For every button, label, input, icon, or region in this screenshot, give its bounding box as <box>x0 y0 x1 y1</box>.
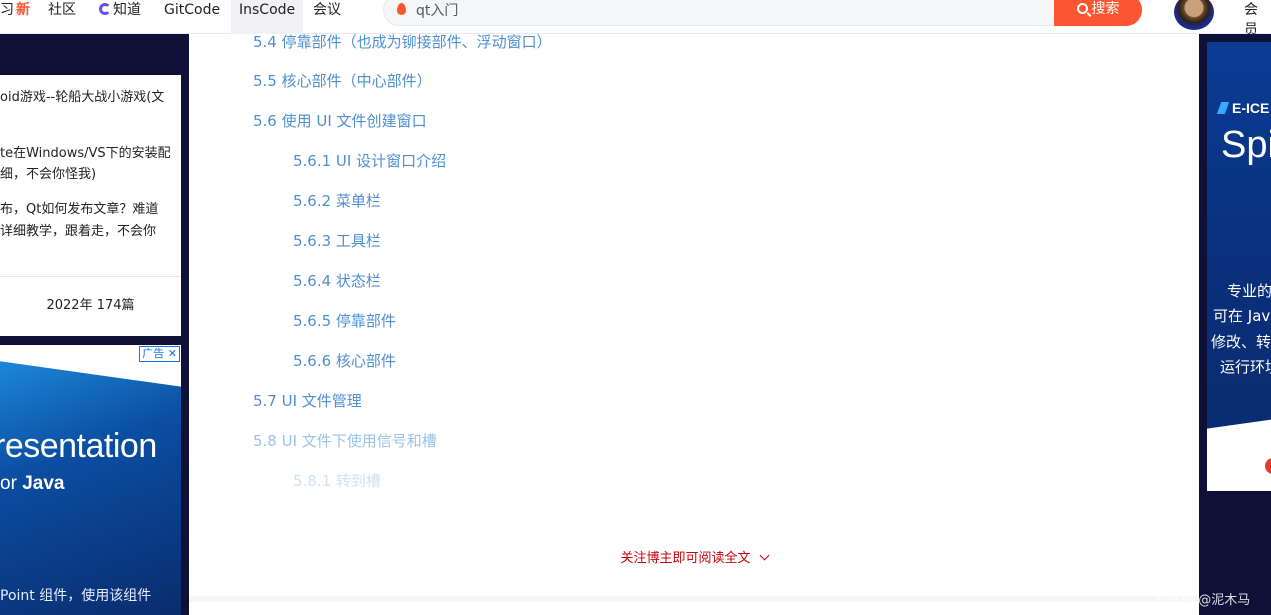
toc-item[interactable]: 5.8 UI 文件下使用信号和槽 <box>253 430 437 452</box>
csdn-watermark: CSDN @泥木马 <box>1157 593 1251 608</box>
toc-item[interactable]: 5.6 使用 UI 文件创建窗口 <box>253 110 427 132</box>
nav-item-learn[interactable]: 习新 <box>0 0 30 20</box>
toc-subitem[interactable]: 5.6.3 工具栏 <box>293 230 381 252</box>
user-avatar[interactable] <box>1174 0 1214 30</box>
ad-subline: or Java <box>0 473 64 495</box>
ad-subline-bold: Java <box>22 473 65 494</box>
ad-headline: resentation <box>0 427 157 465</box>
ad-subline-prefix: or <box>0 473 17 494</box>
nav-item-zhidao-label: 知道 <box>113 2 141 18</box>
hot-fire-icon <box>397 3 406 15</box>
nav-item-inscode[interactable]: InsCode <box>231 0 304 34</box>
content-divider <box>189 596 1199 602</box>
article-link[interactable]: oid游戏--轮船大战小游戏(文 <box>0 88 164 108</box>
ad-text-line: 可在 Jav <box>1213 307 1271 325</box>
ad-description: Point 组件，使用该组件 <box>0 588 152 604</box>
toc-subitem[interactable]: 5.8.1 转到槽 <box>293 470 381 492</box>
article-link[interactable]: te在Windows/VS下的安装配 <box>0 144 171 164</box>
top-navigation-bar: 习新 社区 知道 GitCode InsCode 会议 搜索 会员 <box>0 0 1271 38</box>
follow-to-read-button[interactable]: 关注博主即可阅读全文 <box>189 547 1199 566</box>
ad-text-line: 修改、转 <box>1211 333 1271 351</box>
nav-item-community[interactable]: 社区 <box>48 0 76 20</box>
toc-subitem[interactable]: 5.6.4 状态栏 <box>293 270 381 292</box>
left-advertisement[interactable]: 广告 ✕ resentation or Java Point 组件，使用该组件 <box>0 345 181 615</box>
search-icon <box>1076 3 1088 14</box>
close-icon[interactable]: ✕ <box>164 347 177 360</box>
nav-item-zhidao[interactable]: 知道 <box>99 0 141 20</box>
search-button-label: 搜索 <box>1091 1 1120 17</box>
toc-item[interactable]: 5.4 停靠部件（也成为铆接部件、浮动窗口） <box>253 31 552 53</box>
follow-to-read-label: 关注博主即可阅读全文 <box>620 551 751 566</box>
article-link-continued[interactable]: 详细教学，跟着走，不会你 <box>0 222 156 242</box>
right-advertisement[interactable]: E-ICE Spi 专业的 可在 Jav 修改、转 运行环境 <box>1207 42 1271 491</box>
article-content: 5.4 停靠部件（也成为铆接部件、浮动窗口） 5.5 核心部件（中心部件） 5.… <box>189 31 1199 615</box>
ad-product-name: Spi <box>1221 124 1271 166</box>
nav-item-gitcode[interactable]: GitCode <box>164 0 220 20</box>
ad-decoration <box>1207 414 1271 491</box>
toc-subitem[interactable]: 5.6.2 菜单栏 <box>293 190 381 212</box>
related-articles-card: oid游戏--轮船大战小游戏(文 te在Windows/VS下的安装配 细，不会… <box>0 75 181 336</box>
nav-item-meeting[interactable]: 会议 <box>313 0 341 20</box>
ad-badge-label: 广告 <box>142 347 165 360</box>
ad-text-line: 专业的 <box>1227 282 1271 300</box>
toc-item[interactable]: 5.7 UI 文件管理 <box>253 390 362 412</box>
nav-item-learn-label: 习 <box>0 2 14 18</box>
archive-summary[interactable]: 2022年 174篇 <box>0 294 181 313</box>
toc-subitem[interactable]: 5.6.1 UI 设计窗口介绍 <box>293 150 446 172</box>
search-input[interactable] <box>416 0 1016 20</box>
article-link[interactable]: 布，Qt如何发布文章？难道 <box>0 200 158 220</box>
card-divider <box>0 276 181 277</box>
search-box <box>383 0 1141 26</box>
new-badge: 新 <box>16 2 30 18</box>
chevron-down-icon <box>759 550 769 561</box>
toc-item[interactable]: 5.5 核心部件（中心部件） <box>253 70 432 92</box>
ad-badge[interactable]: 广告 ✕ <box>139 346 180 362</box>
vip-link[interactable]: 会员 <box>1244 0 1271 40</box>
article-link-continued[interactable]: 细，不会你怪我) <box>0 165 96 185</box>
ad-text-line: 运行环境 <box>1220 358 1271 376</box>
search-button[interactable]: 搜索 <box>1054 0 1142 26</box>
zhidao-logo-icon <box>99 3 111 15</box>
toc-subitem[interactable]: 5.6.5 停靠部件 <box>293 310 396 332</box>
toc-subitem[interactable]: 5.6.6 核心部件 <box>293 350 396 372</box>
ad-brand: E-ICE <box>1219 100 1269 116</box>
